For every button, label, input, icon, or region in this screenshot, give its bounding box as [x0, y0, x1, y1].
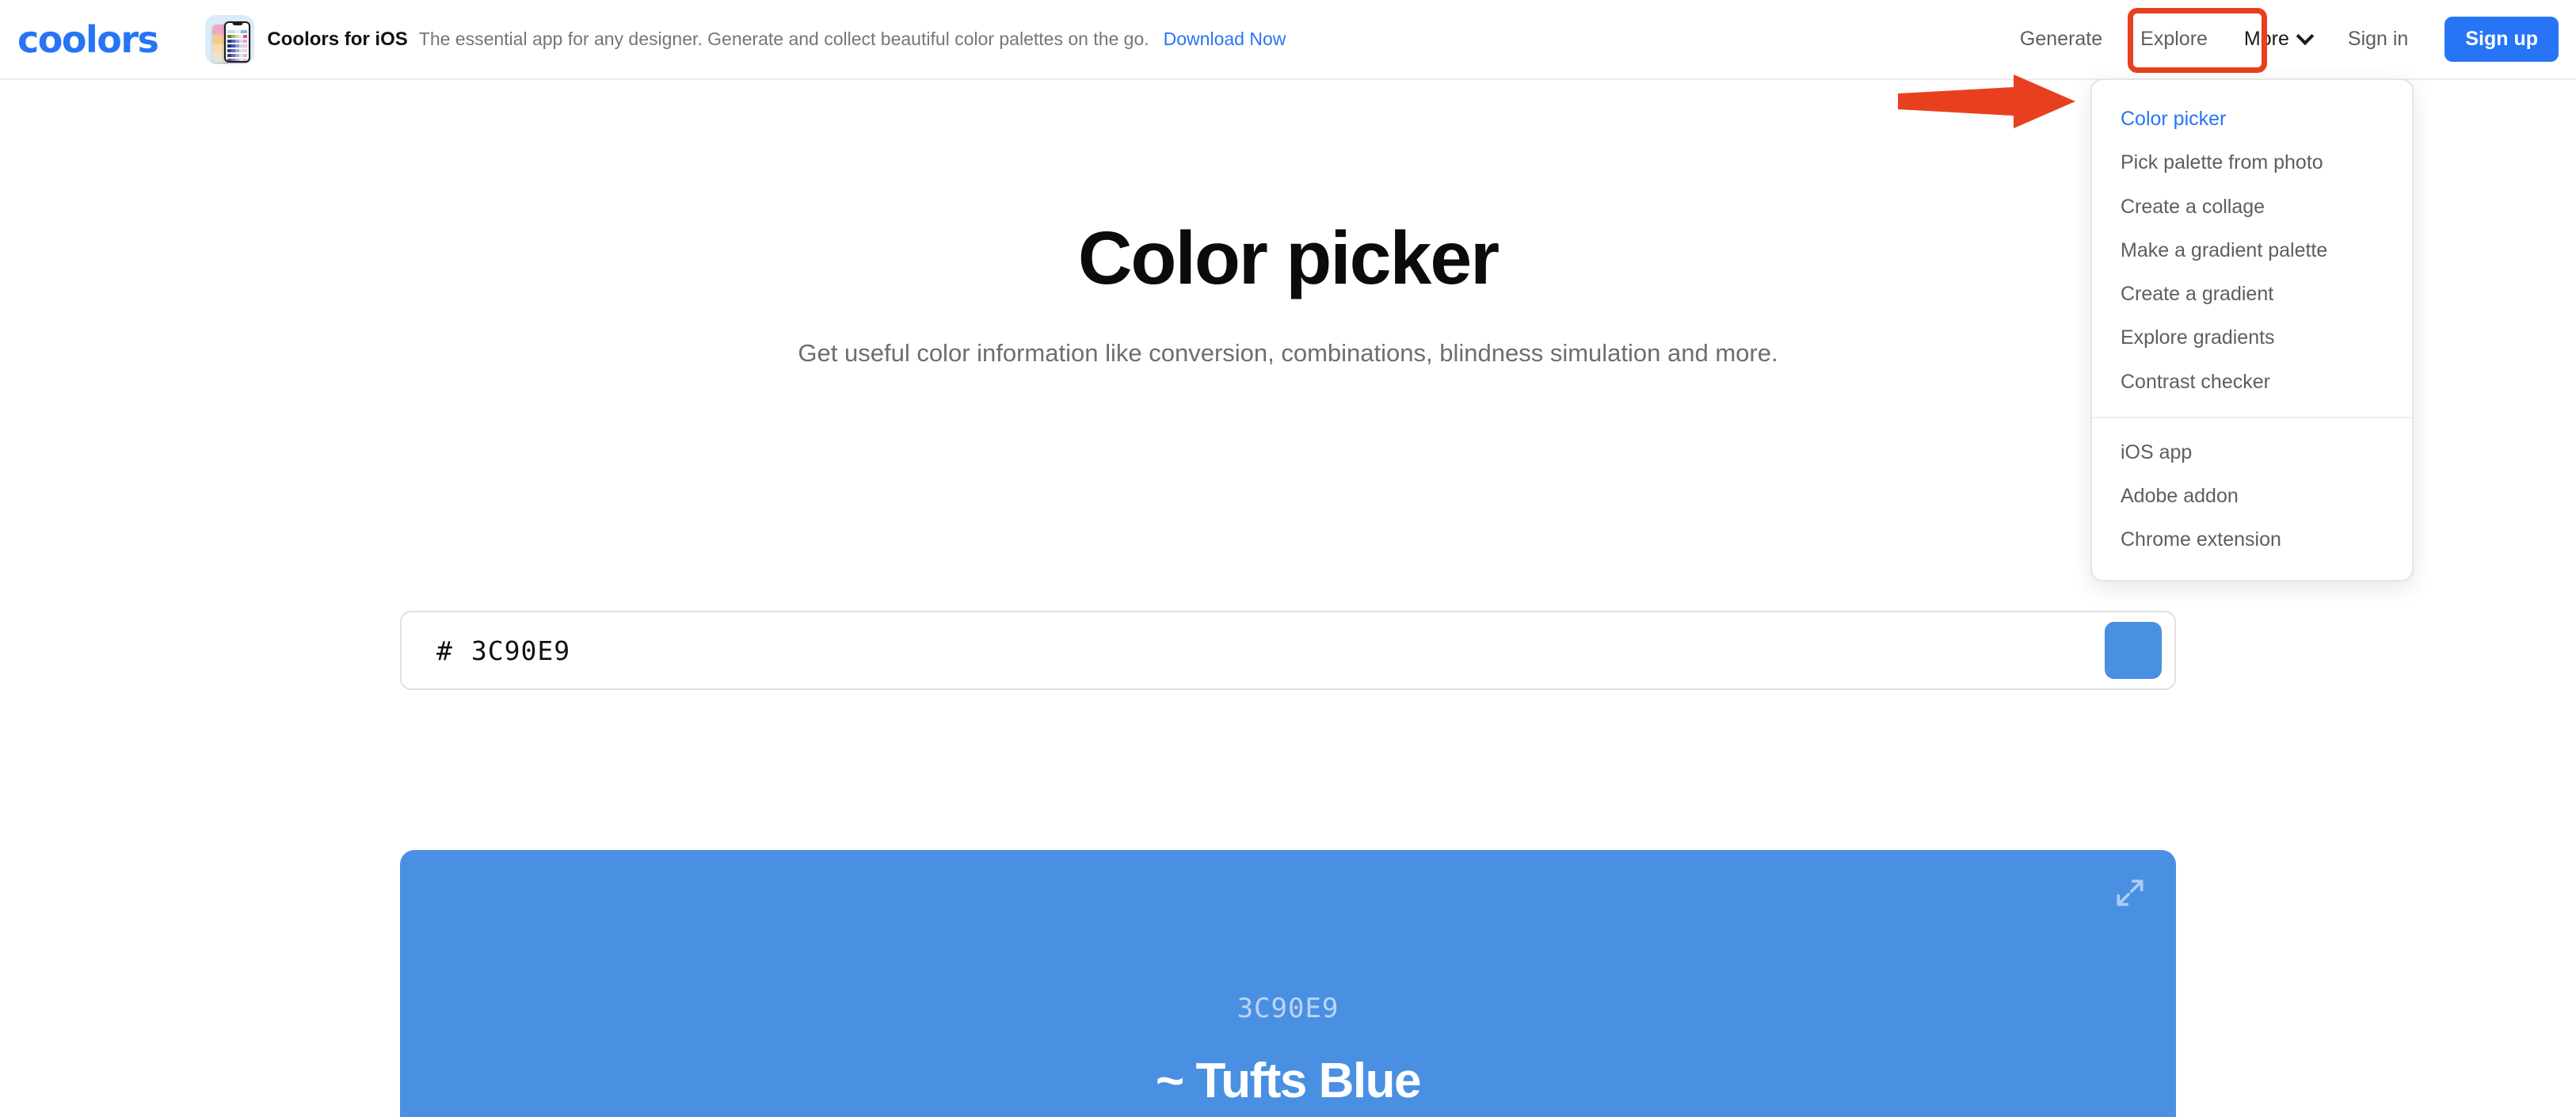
- dropdown-item-color-picker[interactable]: Color picker: [2092, 97, 2412, 141]
- coolors-ios-app-icon: [205, 14, 255, 64]
- chevron-down-icon: [2296, 26, 2315, 45]
- dropdown-item-ios-app[interactable]: iOS app: [2092, 431, 2412, 475]
- dropdown-item-create-a-collage[interactable]: Create a collage: [2092, 185, 2412, 229]
- ios-app-promo-banner: Coolors for iOS The essential app for an…: [205, 14, 1286, 64]
- palette-row: [227, 39, 248, 43]
- phone-front-mock: [224, 21, 251, 63]
- color-panel-name: ~ Tufts Blue: [1156, 1054, 1421, 1108]
- color-panel-center: 3C90E9 ~ Tufts Blue: [400, 993, 2176, 1109]
- dropdown-item-explore-gradients[interactable]: Explore gradients: [2092, 316, 2412, 360]
- more-dropdown-menu: Color picker Pick palette from photo Cre…: [2090, 78, 2414, 581]
- main-nav: Generate Explore More Sign in Sign up: [2001, 0, 2559, 78]
- dropdown-item-pick-palette-from-photo[interactable]: Pick palette from photo: [2092, 141, 2412, 185]
- palette-row: [227, 58, 248, 61]
- dropdown-item-chrome-extension[interactable]: Chrome extension: [2092, 518, 2412, 562]
- dropdown-divider: [2092, 416, 2412, 418]
- nav-item-generate[interactable]: Generate: [2001, 29, 2121, 49]
- coolors-logo[interactable]: coolors: [17, 21, 159, 58]
- dropdown-item-contrast-checker[interactable]: Contrast checker: [2092, 360, 2412, 404]
- dropdown-item-make-a-gradient-palette[interactable]: Make a gradient palette: [2092, 229, 2412, 273]
- hex-input-row[interactable]: #: [400, 611, 2176, 690]
- hash-symbol: #: [436, 635, 452, 666]
- nav-item-more[interactable]: More: [2227, 26, 2329, 50]
- hex-input[interactable]: [471, 635, 2105, 666]
- nav-more-label: More: [2243, 28, 2289, 50]
- palette-row: [227, 53, 248, 57]
- promo-title: Coolors for iOS: [267, 28, 408, 50]
- phone-notch: [232, 22, 243, 25]
- dropdown-item-adobe-addon[interactable]: Adobe addon: [2092, 475, 2412, 518]
- palette-row: [227, 44, 248, 48]
- palette-row: [227, 29, 248, 33]
- color-preview-panel[interactable]: 3C90E9 ~ Tufts Blue: [400, 850, 2176, 1117]
- color-swatch-button[interactable]: [2105, 622, 2162, 679]
- site-header: coolors Coolors for iOS The essential ap…: [0, 0, 2576, 80]
- nav-item-signin[interactable]: Sign in: [2329, 29, 2427, 49]
- download-now-link[interactable]: Download Now: [1164, 29, 1286, 50]
- color-panel-hex: 3C90E9: [1237, 993, 1339, 1024]
- page-root: coolors Coolors for iOS The essential ap…: [0, 0, 2576, 1117]
- dropdown-item-create-a-gradient[interactable]: Create a gradient: [2092, 273, 2412, 316]
- promo-subtitle: The essential app for any designer. Gene…: [418, 29, 1149, 49]
- expand-icon[interactable]: [2113, 875, 2147, 910]
- signup-button[interactable]: Sign up: [2445, 17, 2559, 62]
- nav-item-explore[interactable]: Explore: [2121, 29, 2227, 49]
- palette-row: [227, 48, 248, 52]
- palette-row: [227, 34, 248, 38]
